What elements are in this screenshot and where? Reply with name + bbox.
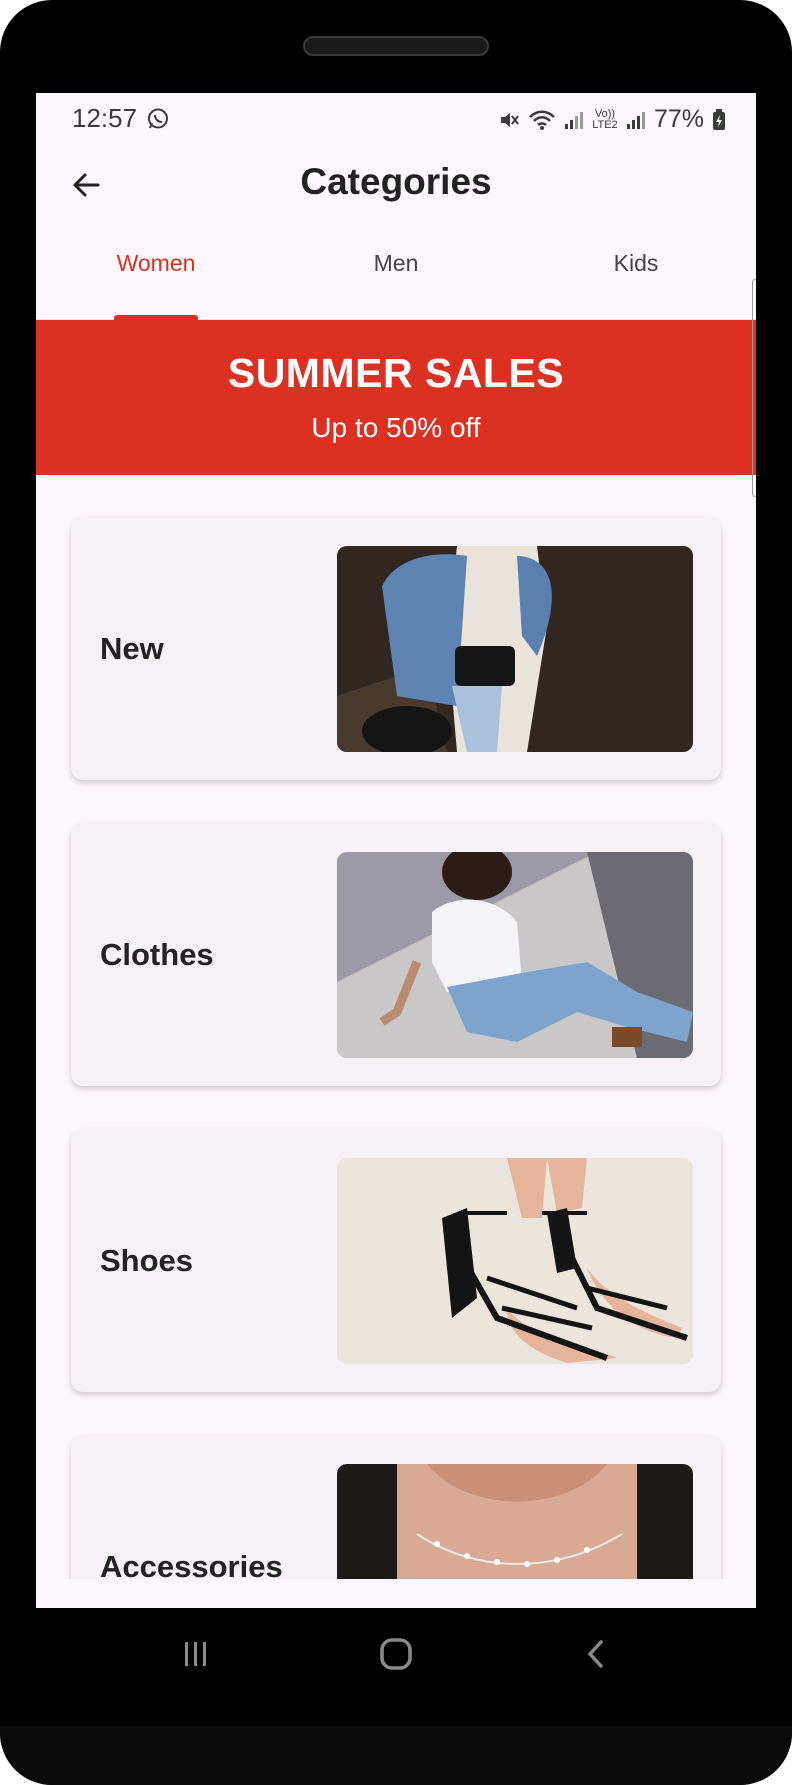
page-title: Categories bbox=[300, 161, 492, 202]
banner-subtitle: Up to 50% off bbox=[311, 412, 481, 443]
category-tabs: Women Men Kids bbox=[36, 225, 756, 321]
category-image-clothes bbox=[337, 852, 693, 1058]
phone-frame: 12:57 Vo)) LTE2 77% Categories Women Men… bbox=[0, 0, 792, 1785]
category-image-shoes bbox=[337, 1158, 693, 1364]
back-icon bbox=[588, 1640, 603, 1668]
recent-apps-button[interactable] bbox=[166, 1634, 226, 1674]
category-list: New Clothes Shoes Accessories bbox=[36, 475, 756, 1608]
system-nav-bar bbox=[0, 1608, 792, 1698]
home-icon bbox=[380, 1638, 412, 1670]
speaker-grille bbox=[303, 36, 489, 56]
recent-apps-icon bbox=[185, 1642, 206, 1666]
status-bar: 12:57 Vo)) LTE2 77% bbox=[36, 93, 756, 145]
device-bottom-edge bbox=[0, 1726, 792, 1785]
status-icons: Vo)) LTE2 77% bbox=[498, 105, 726, 134]
battery-percent: 77% bbox=[653, 105, 704, 133]
category-image-new bbox=[337, 546, 693, 752]
status-time: 12:57 bbox=[72, 103, 138, 133]
app-screen: 12:57 Vo)) LTE2 77% Categories Women Men… bbox=[36, 93, 756, 1608]
system-back-button[interactable] bbox=[566, 1634, 626, 1674]
whatsapp-icon bbox=[146, 107, 170, 131]
tab-women[interactable]: Women bbox=[36, 225, 276, 321]
category-label: New bbox=[100, 630, 164, 666]
category-card-clothes[interactable]: Clothes bbox=[71, 823, 721, 1086]
category-card-shoes[interactable]: Shoes bbox=[71, 1129, 721, 1392]
scrollbar bbox=[752, 279, 756, 497]
summer-sales-banner[interactable]: SUMMER SALES Up to 50% off bbox=[36, 320, 756, 475]
category-label: Shoes bbox=[100, 1242, 194, 1278]
category-label: Clothes bbox=[100, 936, 214, 972]
tab-kids[interactable]: Kids bbox=[516, 225, 756, 321]
mute-icon bbox=[498, 109, 520, 131]
tab-men[interactable]: Men bbox=[276, 225, 516, 321]
signal-icon bbox=[564, 110, 584, 130]
list-clip-edge bbox=[36, 1579, 756, 1608]
wifi-icon bbox=[528, 109, 556, 131]
home-button[interactable] bbox=[366, 1634, 426, 1674]
signal-icon-2 bbox=[626, 110, 646, 130]
banner-title: SUMMER SALES bbox=[227, 350, 565, 396]
app-bar: Categories bbox=[36, 145, 756, 225]
volte-icon: Vo)) LTE2 bbox=[592, 107, 618, 131]
category-card-new[interactable]: New bbox=[71, 517, 721, 780]
battery-icon bbox=[712, 108, 726, 131]
